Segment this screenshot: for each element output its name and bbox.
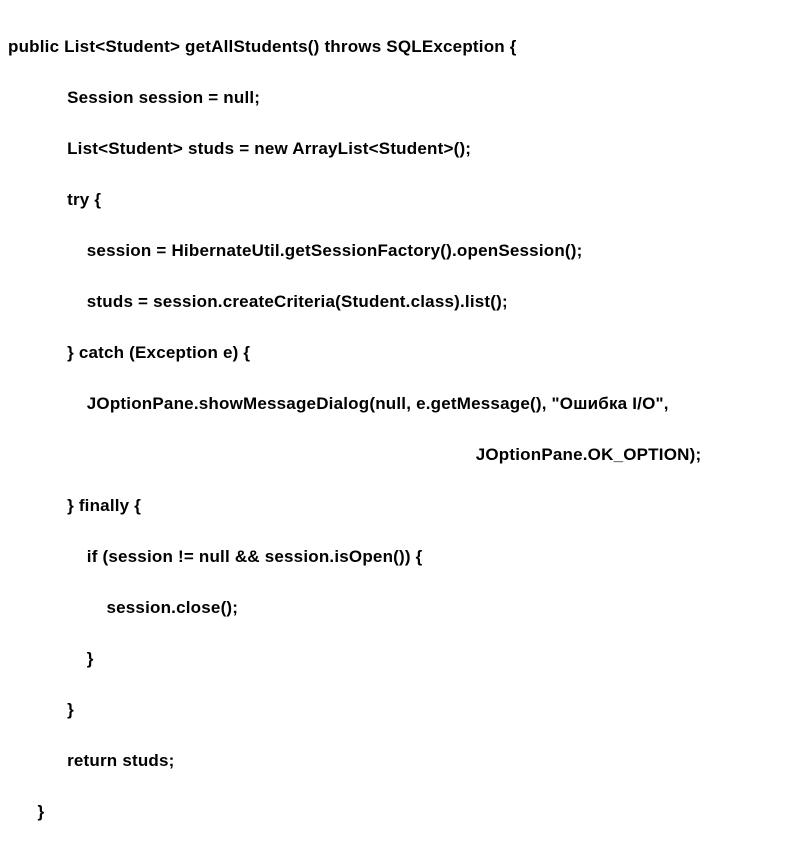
code-line: JOptionPane.OK_OPTION); [8, 442, 792, 468]
code-block: public List<Student> getAllStudents() th… [0, 0, 800, 858]
code-line: } [8, 697, 792, 723]
code-line: List<Student> studs = new ArrayList<Stud… [8, 136, 792, 162]
code-line: Session session = null; [8, 85, 792, 111]
code-line: studs = session.createCriteria(Student.c… [8, 289, 792, 315]
code-line: } finally { [8, 493, 792, 519]
code-line: public List<Student> getAllStudents() th… [8, 34, 792, 60]
code-line: } catch (Exception e) { [8, 340, 792, 366]
code-line: try { [8, 187, 792, 213]
code-line: session = HibernateUtil.getSessionFactor… [8, 238, 792, 264]
code-line: return studs; [8, 748, 792, 774]
code-line: } [8, 799, 792, 825]
code-line: if (session != null && session.isOpen())… [8, 544, 792, 570]
code-line: } [8, 646, 792, 672]
code-line: JOptionPane.showMessageDialog(null, e.ge… [8, 391, 792, 417]
code-line: session.close(); [8, 595, 792, 621]
